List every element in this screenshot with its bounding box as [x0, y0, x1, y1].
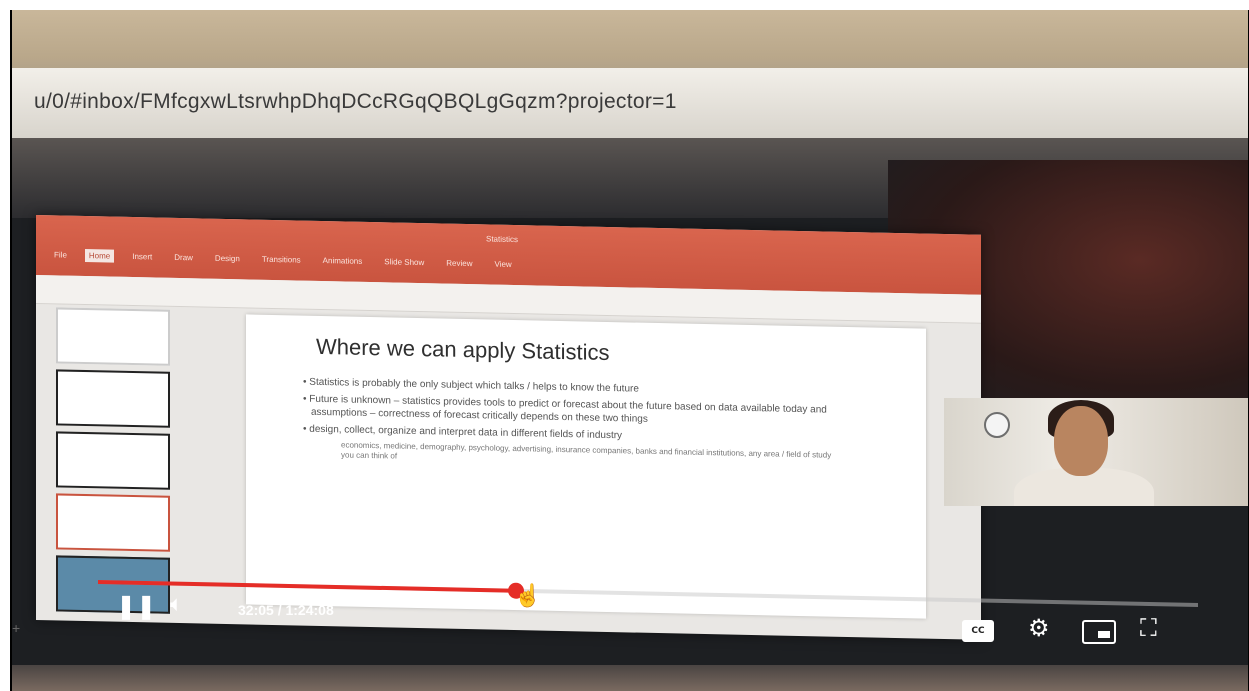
miniplayer-icon[interactable]: [1082, 620, 1116, 644]
address-url[interactable]: u/0/#inbox/FMfcgxwLtsrwhpDhqDCcRGqQBQLgG…: [34, 90, 677, 114]
slide-bullets: • Statistics is probably the only subjec…: [301, 376, 841, 471]
slide-thumbnail[interactable]: [56, 307, 170, 366]
slide-title: Where we can apply Statistics: [316, 333, 610, 366]
tab-transitions[interactable]: Transitions: [258, 253, 305, 267]
slide-thumbnail[interactable]: [56, 431, 170, 490]
volume-icon[interactable]: 🔈︎: [170, 592, 183, 617]
slide-thumbnail[interactable]: [56, 369, 170, 428]
tab-animations[interactable]: Animations: [319, 254, 367, 268]
gear-icon[interactable]: ⚙: [1028, 614, 1050, 642]
slide-thumbnail-active[interactable]: [56, 493, 170, 552]
video-controls: ☝ ❚❚ 🔈︎ 32:05 / 1:24:08 CC ⚙ ⛶: [72, 570, 1248, 670]
progress-played: [98, 580, 516, 593]
tab-view[interactable]: View: [491, 258, 516, 272]
tab-slide-show[interactable]: Slide Show: [380, 255, 428, 269]
webcam-video: [944, 398, 1248, 506]
desk-edge: [12, 665, 1248, 691]
clock-icon: [984, 412, 1010, 438]
tab-design[interactable]: Design: [211, 252, 244, 266]
tab-insert[interactable]: Insert: [128, 250, 156, 264]
hand-cursor-icon: ☝: [514, 582, 542, 609]
presentation-title: Statistics: [486, 234, 519, 245]
presenter-face: [1054, 406, 1108, 476]
ribbon-tabs: File Home Insert Draw Design Transitions…: [50, 248, 516, 271]
tab-draw[interactable]: Draw: [170, 251, 197, 265]
pause-icon[interactable]: ❚❚: [116, 592, 156, 620]
tab-file[interactable]: File: [50, 248, 71, 261]
cc-button[interactable]: CC: [962, 620, 994, 642]
plus-icon: +: [12, 620, 21, 636]
tab-home[interactable]: Home: [84, 249, 115, 263]
tab-review[interactable]: Review: [442, 257, 476, 271]
fullscreen-icon[interactable]: ⛶: [1140, 614, 1157, 642]
time-display: 32:05 / 1:24:08: [238, 602, 334, 618]
slide-thumbnails: [42, 307, 182, 614]
screen-photo: u/0/#inbox/FMfcgxwLtsrwhpDhqDCcRGqQBQLgG…: [10, 10, 1249, 691]
